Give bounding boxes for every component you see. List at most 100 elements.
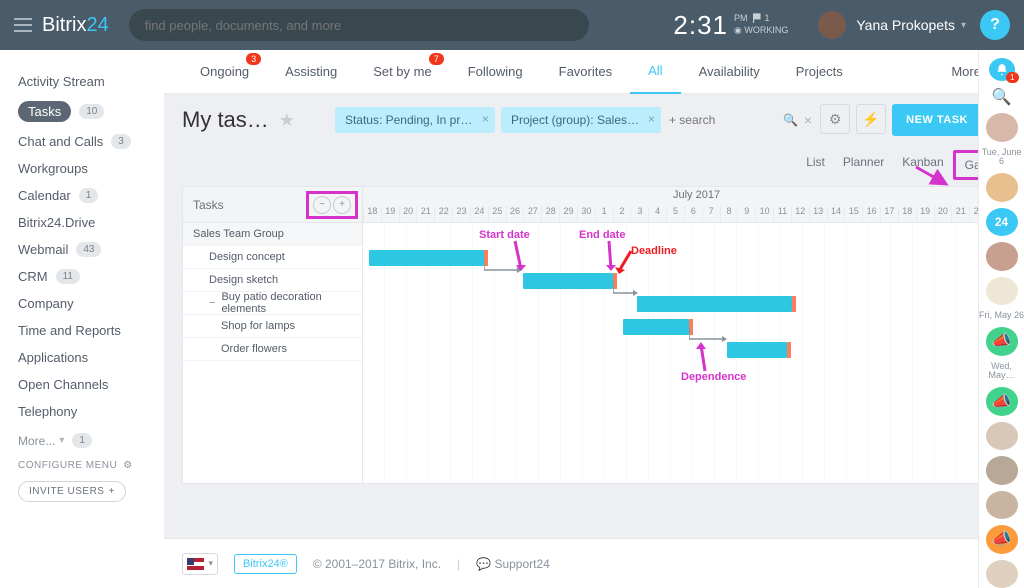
view-planner[interactable]: Planner: [834, 150, 893, 180]
b24-badge[interactable]: 24: [986, 208, 1018, 236]
chip-remove-icon[interactable]: ×: [482, 112, 489, 126]
footer-brand[interactable]: Bitrix24®: [234, 554, 297, 574]
configure-menu[interactable]: CONFIGURE MENU⚙: [18, 448, 154, 481]
nav-webmail[interactable]: Webmail43: [18, 236, 154, 263]
dock-date: Fri, May 26: [979, 311, 1024, 321]
nav-open-channels[interactable]: Open Channels: [18, 371, 154, 398]
contact-avatar[interactable]: [986, 456, 1018, 484]
user-name: Yana Prokopets: [856, 17, 955, 33]
gantt-canvas[interactable]: Start date End date Deadline Dependence: [363, 223, 1005, 483]
contact-avatar[interactable]: [986, 113, 1018, 141]
gantt-day: 28: [541, 206, 559, 222]
announcement-icon[interactable]: 📣: [986, 387, 1018, 415]
annotation-deadline: Deadline: [631, 245, 677, 257]
deadline-marker: [787, 342, 791, 358]
zoom-controls: − +: [306, 191, 358, 219]
notifications-button[interactable]: 1: [989, 58, 1015, 81]
view-list[interactable]: List: [797, 150, 834, 180]
nav-activity-stream[interactable]: Activity Stream: [18, 68, 154, 95]
gantt-day: 29: [559, 206, 577, 222]
right-dock: 1 🔍 Tue, June 6 24 Fri, May 26 📣 Wed, Ma…: [978, 50, 1024, 588]
contact-avatar[interactable]: [986, 422, 1018, 450]
announcement-icon[interactable]: 📣: [986, 525, 1018, 553]
tab-set-by-me[interactable]: Set by me7: [355, 50, 450, 94]
task-row[interactable]: Design concept: [183, 246, 362, 269]
tab-availability[interactable]: Availability: [681, 50, 778, 94]
footer-support[interactable]: 💬 Support24: [476, 557, 550, 571]
gantt-day: 5: [666, 206, 684, 222]
current-user[interactable]: Yana Prokopets ▾: [818, 11, 966, 39]
gantt-header-left: Tasks − +: [183, 187, 363, 222]
settings-button[interactable]: ⚙: [820, 104, 850, 134]
language-selector[interactable]: ▾: [182, 553, 218, 575]
logo[interactable]: Bitrix24: [42, 14, 109, 37]
tab-projects[interactable]: Projects: [778, 50, 861, 94]
gantt-bar[interactable]: [523, 273, 613, 289]
star-icon[interactable]: ★: [279, 110, 295, 131]
task-group[interactable]: Sales Team Group: [183, 223, 362, 246]
bolt-icon: ⚡: [862, 111, 879, 128]
gantt-day: 7: [702, 206, 720, 222]
tab-all[interactable]: All: [630, 50, 680, 94]
tasks-tabs: Ongoing3 Assisting Set by me7 Following …: [164, 50, 1024, 94]
gantt-day: 26: [506, 206, 524, 222]
filter-chip-status[interactable]: Status: Pending, In progr…×: [335, 107, 495, 133]
footer-copyright: © 2001–2017 Bitrix, Inc.: [313, 557, 441, 571]
search-icon[interactable]: 🔍: [783, 113, 798, 127]
nav-time-reports[interactable]: Time and Reports: [18, 317, 154, 344]
gantt-day: 24: [470, 206, 488, 222]
tab-assisting[interactable]: Assisting: [267, 50, 355, 94]
gantt-day: 19: [916, 206, 934, 222]
gantt-bar[interactable]: [637, 296, 792, 312]
clear-filters-icon[interactable]: ×: [804, 112, 812, 128]
gantt-day: 9: [737, 206, 755, 222]
nav-tasks[interactable]: Tasks10: [18, 95, 154, 128]
notification-badge: 1: [1006, 72, 1018, 83]
gantt-bar[interactable]: [623, 319, 689, 335]
left-nav: Activity Stream Tasks10 Chat and Calls3 …: [0, 50, 164, 538]
contact-avatar[interactable]: [986, 491, 1018, 519]
contact-avatar[interactable]: [986, 277, 1018, 305]
tab-favorites[interactable]: Favorites: [541, 50, 630, 94]
nav-telephony[interactable]: Telephony: [18, 398, 154, 425]
nav-more[interactable]: More... ▾1: [18, 425, 154, 448]
nav-company[interactable]: Company: [18, 290, 154, 317]
nav-drive[interactable]: Bitrix24.Drive: [18, 209, 154, 236]
announcement-icon[interactable]: 📣: [986, 327, 1018, 355]
zoom-in-icon[interactable]: +: [333, 196, 351, 214]
clock[interactable]: 2:31 PM 1 ◉ WORKING: [673, 10, 788, 41]
nav-workgroups[interactable]: Workgroups: [18, 155, 154, 182]
tab-ongoing[interactable]: Ongoing3: [182, 50, 267, 94]
zoom-out-icon[interactable]: −: [313, 196, 331, 214]
filter-search-input[interactable]: [669, 113, 779, 127]
topbar: Bitrix24 2:31 PM 1 ◉ WORKING Yana Prokop…: [0, 0, 1024, 50]
task-row[interactable]: Design sketch: [183, 269, 362, 292]
task-row[interactable]: Order flowers: [183, 338, 362, 361]
task-row[interactable]: −Buy patio decoration elements: [183, 292, 362, 315]
filter-chip-project[interactable]: Project (group): Sales Te…×: [501, 107, 661, 133]
task-row[interactable]: Shop for lamps: [183, 315, 362, 338]
bolt-button[interactable]: ⚡: [856, 104, 886, 134]
invite-users-button[interactable]: INVITE USERS+: [18, 481, 126, 502]
gantt-day: 6: [684, 206, 702, 222]
nav-crm[interactable]: CRM11: [18, 263, 154, 290]
contact-avatar[interactable]: [986, 242, 1018, 270]
gantt-day: 10: [755, 206, 773, 222]
annotation-end-date: End date: [579, 229, 625, 241]
contact-avatar[interactable]: [986, 173, 1018, 201]
gantt-bar[interactable]: [369, 250, 484, 266]
nav-calendar[interactable]: Calendar1: [18, 182, 154, 209]
new-task-button[interactable]: NEW TASK: [892, 104, 982, 136]
global-search-input[interactable]: [129, 9, 589, 41]
hamburger-icon[interactable]: [14, 18, 32, 32]
chip-remove-icon[interactable]: ×: [648, 112, 655, 126]
annotation-start-date: Start date: [479, 229, 530, 241]
help-button[interactable]: ?: [980, 10, 1010, 40]
contact-avatar[interactable]: [986, 560, 1018, 588]
dock-search-icon[interactable]: 🔍: [992, 87, 1012, 107]
nav-chat[interactable]: Chat and Calls3: [18, 128, 154, 155]
chevron-down-icon: ▾: [961, 20, 966, 31]
gantt-day: 15: [844, 206, 862, 222]
tab-following[interactable]: Following: [450, 50, 541, 94]
nav-applications[interactable]: Applications: [18, 344, 154, 371]
